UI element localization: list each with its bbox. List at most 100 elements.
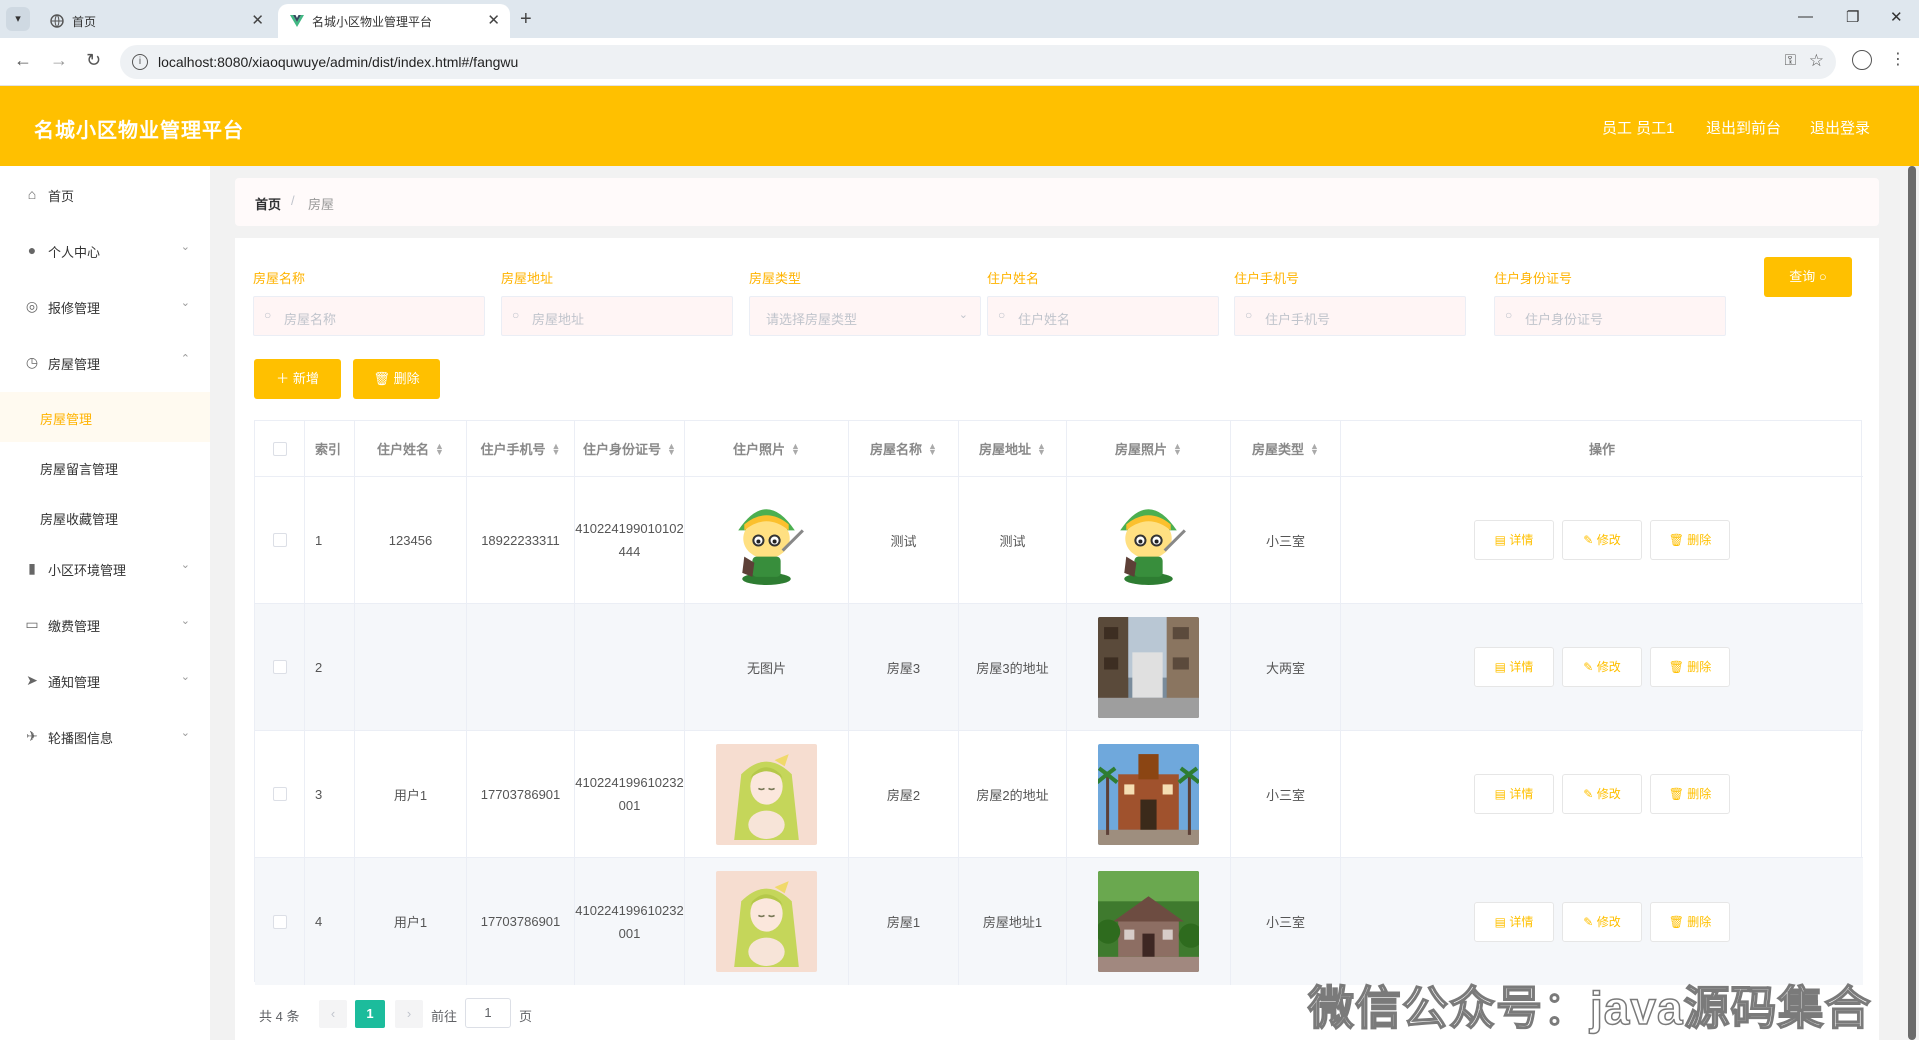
header-resident-phone[interactable]: 住户手机号 ▲ ▼ [467, 421, 575, 476]
sort-icon[interactable]: ▲ ▼ [1037, 441, 1046, 456]
breadcrumb-home[interactable]: 首页 [255, 194, 281, 213]
header-label: 房屋类型 [1252, 442, 1305, 457]
forward-icon[interactable]: → [50, 50, 68, 71]
trash-icon: 🗑 [373, 371, 390, 386]
detail-button[interactable]: ▤ 详情 [1474, 647, 1554, 687]
tab-search-chevron-icon[interactable]: ▾ [6, 7, 30, 31]
page-number-active[interactable]: 1 [355, 1000, 385, 1028]
cell-resident-id [575, 604, 685, 730]
url-text: localhost:8080/xiaoquwuye/admin/dist/ind… [158, 54, 519, 70]
window-close-icon[interactable]: ✕ [1890, 8, 1903, 26]
search-icon: ○ [264, 308, 272, 322]
add-button[interactable]: ＋ 新增 [254, 359, 341, 399]
delete-button[interactable]: 🗑 删除 [1650, 774, 1730, 814]
resident-name-input[interactable]: ○ 住户姓名 [987, 296, 1219, 336]
house-name-input[interactable]: ○ 房屋名称 [253, 296, 485, 336]
detail-button[interactable]: ▤ 详情 [1474, 774, 1554, 814]
sidebar-item-home[interactable]: ⌂ 首页 [0, 166, 210, 222]
edit-label: 修改 [1596, 533, 1621, 547]
sidebar-item-environment[interactable]: ▮ 小区环境管理 ⌄ [0, 540, 210, 596]
chevron-down-icon: ⌄ [180, 559, 190, 571]
query-button[interactable]: 查询 ○ [1764, 257, 1852, 297]
header-house-photo[interactable]: 房屋照片 ▲ ▼ [1067, 421, 1231, 476]
reload-icon[interactable]: ↻ [86, 50, 101, 71]
more-menu-icon[interactable]: ⋮ [1890, 49, 1906, 69]
edit-button[interactable]: ✎ 修改 [1562, 774, 1642, 814]
header-house-address[interactable]: 房屋地址 ▲ ▼ [959, 421, 1067, 476]
sort-icon[interactable]: ▲ ▼ [928, 441, 937, 456]
row-checkbox[interactable] [272, 533, 287, 547]
sidebar-item-house[interactable]: ◷ 房屋管理 ⌃ [0, 334, 210, 390]
pagination-total: 共 4 条 [259, 1009, 300, 1024]
search-icon: ○ [998, 308, 1006, 322]
edit-button[interactable]: ✎ 修改 [1562, 647, 1642, 687]
resident-id-input[interactable]: ○ 住户身份证号 [1494, 296, 1726, 336]
back-icon[interactable]: ← [14, 50, 32, 71]
close-icon[interactable]: ✕ [487, 11, 500, 29]
sidebar-subitem-house-favorite[interactable]: 房屋收藏管理 [0, 492, 210, 542]
delete-button[interactable]: 🗑 删除 [1650, 647, 1730, 687]
url-field[interactable]: i localhost:8080/xiaoquwuye/admin/dist/i… [120, 45, 1836, 79]
anime-girl-image[interactable] [716, 743, 817, 845]
user-name-link[interactable]: 员工 员工1 [1602, 117, 1675, 138]
page-scrollbar[interactable] [1908, 166, 1916, 1040]
sidebar-subitem-house-manage[interactable]: 房屋管理 [0, 392, 210, 442]
edit-button[interactable]: ✎ 修改 [1562, 901, 1642, 942]
house-palms-image[interactable] [1098, 743, 1199, 845]
row-checkbox[interactable] [272, 914, 287, 929]
house-garden-image[interactable] [1098, 871, 1199, 972]
resident-phone-input[interactable]: ○ 住户手机号 [1234, 296, 1466, 336]
profile-icon[interactable] [1852, 50, 1872, 70]
row-checkbox[interactable] [272, 787, 287, 801]
sidebar-item-carousel[interactable]: ✈ 轮播图信息 ⌄ [0, 708, 210, 764]
edit-button[interactable]: ✎ 修改 [1562, 520, 1642, 560]
header-house-type[interactable]: 房屋类型 ▲ ▼ [1231, 421, 1341, 476]
minimize-icon[interactable]: — [1798, 8, 1813, 25]
row-checkbox[interactable] [272, 660, 287, 674]
sort-icon[interactable]: ▲ ▼ [1310, 441, 1319, 456]
new-tab-icon[interactable]: + [520, 8, 532, 31]
delete-button[interactable]: 🗑 删除 [1650, 901, 1730, 942]
next-page-button[interactable]: › [395, 1000, 423, 1028]
close-icon[interactable]: ✕ [251, 11, 264, 29]
header-resident-name[interactable]: 住户姓名 ▲ ▼ [355, 421, 467, 476]
detail-button[interactable]: ▤ 详情 [1474, 520, 1554, 560]
cell-resident-photo [685, 858, 849, 985]
sidebar-item-profile[interactable]: ● 个人中心 ⌄ [0, 222, 210, 278]
ninja-avatar-image[interactable] [1098, 489, 1199, 591]
goto-page-input[interactable]: 1 [465, 998, 511, 1028]
sort-icon[interactable]: ▲ ▼ [1173, 441, 1182, 456]
sort-icon[interactable]: ▲ ▼ [667, 441, 676, 456]
house-street-image[interactable] [1098, 616, 1199, 718]
delete-label: 删除 [1687, 787, 1712, 801]
browser-tab-active[interactable]: 名城小区物业管理平台 ✕ [278, 4, 510, 38]
select-all-checkbox[interactable] [272, 441, 287, 456]
sidebar-item-notice[interactable]: ➤ 通知管理 ⌄ [0, 652, 210, 708]
header-resident-photo[interactable]: 住户照片 ▲ ▼ [685, 421, 849, 476]
sort-icon[interactable]: ▲ ▼ [435, 441, 444, 456]
header-house-name[interactable]: 房屋名称 ▲ ▼ [849, 421, 959, 476]
ninja-avatar-image[interactable] [716, 489, 817, 591]
house-address-input[interactable]: ○ 房屋地址 [501, 296, 733, 336]
anime-girl-image[interactable] [716, 871, 817, 972]
sort-icon[interactable]: ▲ ▼ [552, 441, 561, 456]
header-resident-id[interactable]: 住户身份证号 ▲ ▼ [575, 421, 685, 476]
batch-delete-button[interactable]: 🗑 删除 [353, 359, 440, 399]
detail-button[interactable]: ▤ 详情 [1474, 901, 1554, 942]
back-to-front-link[interactable]: 退出到前台 [1706, 117, 1781, 138]
sidebar-subitem-house-message[interactable]: 房屋留言管理 [0, 442, 210, 492]
browser-tab-home[interactable]: 首页 ✕ [38, 4, 274, 38]
site-info-icon[interactable]: i [132, 54, 148, 70]
house-type-select[interactable]: 请选择房屋类型 ⌄ [749, 296, 981, 336]
cell-actions: ▤ 详情 ✎ 修改 🗑 删除 [1341, 731, 1863, 857]
sort-icon[interactable]: ▲ ▼ [791, 441, 800, 456]
restore-icon[interactable]: ❐ [1846, 8, 1859, 26]
logout-link[interactable]: 退出登录 [1810, 117, 1870, 138]
sidebar-item-repair[interactable]: ◎ 报修管理 ⌄ [0, 278, 210, 334]
cell-house-name: 房屋2 [849, 731, 959, 857]
prev-page-button[interactable]: ‹ [319, 1000, 347, 1028]
delete-button[interactable]: 🗑 删除 [1650, 520, 1730, 560]
bookmark-star-icon[interactable]: ☆ [1809, 51, 1824, 71]
sidebar-item-payment[interactable]: ▭ 缴费管理 ⌄ [0, 596, 210, 652]
key-icon[interactable]: ⚿ [1785, 52, 1796, 69]
